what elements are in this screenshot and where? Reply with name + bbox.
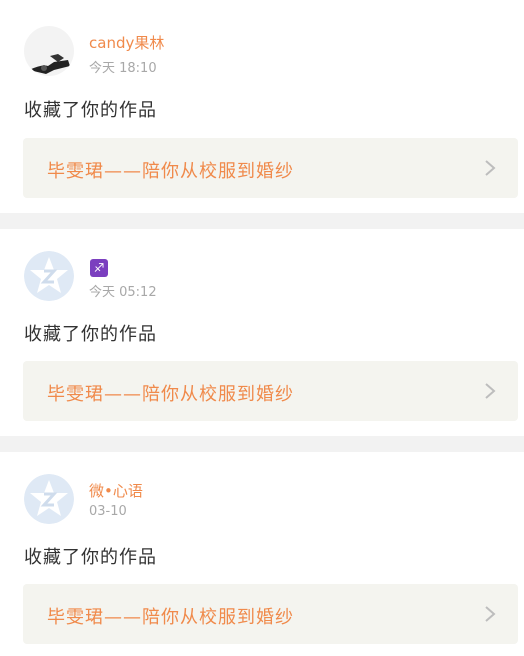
work-title: 毕雯珺——陪你从校服到婚纱 <box>47 161 294 182</box>
chevron-right-icon <box>485 606 496 622</box>
feed-item: candy果林 今天 18:10 收藏了你的作品 毕雯珺——陪你从校服到婚纱 <box>0 0 524 213</box>
qzone-star-avatar-icon <box>24 474 74 524</box>
work-card[interactable]: 毕雯珺——陪你从校服到婚纱 <box>23 138 518 198</box>
feed-item: 微•心语 03-10 收藏了你的作品 毕雯珺——陪你从校服到婚纱 <box>0 452 524 656</box>
work-title: 毕雯珺——陪你从校服到婚纱 <box>47 384 294 405</box>
user-avatar[interactable] <box>24 26 74 76</box>
user-avatar[interactable] <box>24 474 74 524</box>
action-text: 收藏了你的作品 <box>24 547 157 568</box>
photo-avatar-icon <box>24 26 74 76</box>
separator <box>0 213 524 229</box>
chevron-right-icon <box>485 160 496 176</box>
user-name[interactable]: candy果林 <box>89 32 164 53</box>
timestamp: 今天 05:12 <box>89 285 157 300</box>
action-text: 收藏了你的作品 <box>24 100 157 121</box>
user-name[interactable]: 微•心语 <box>89 480 143 501</box>
action-text: 收藏了你的作品 <box>24 324 157 345</box>
chevron-right-icon <box>485 383 496 399</box>
work-title: 毕雯珺——陪你从校服到婚纱 <box>47 607 294 628</box>
work-card[interactable]: 毕雯珺——陪你从校服到婚纱 <box>23 584 518 644</box>
timestamp: 今天 18:10 <box>89 61 157 76</box>
timestamp: 03-10 <box>89 504 127 519</box>
separator <box>0 436 524 452</box>
feed-item: ♐ 今天 05:12 收藏了你的作品 毕雯珺——陪你从校服到婚纱 <box>0 229 524 436</box>
user-avatar[interactable] <box>24 251 74 301</box>
qzone-star-avatar-icon <box>24 251 74 301</box>
work-card[interactable]: 毕雯珺——陪你从校服到婚纱 <box>23 361 518 421</box>
zodiac-badge: ♐ <box>90 259 108 277</box>
